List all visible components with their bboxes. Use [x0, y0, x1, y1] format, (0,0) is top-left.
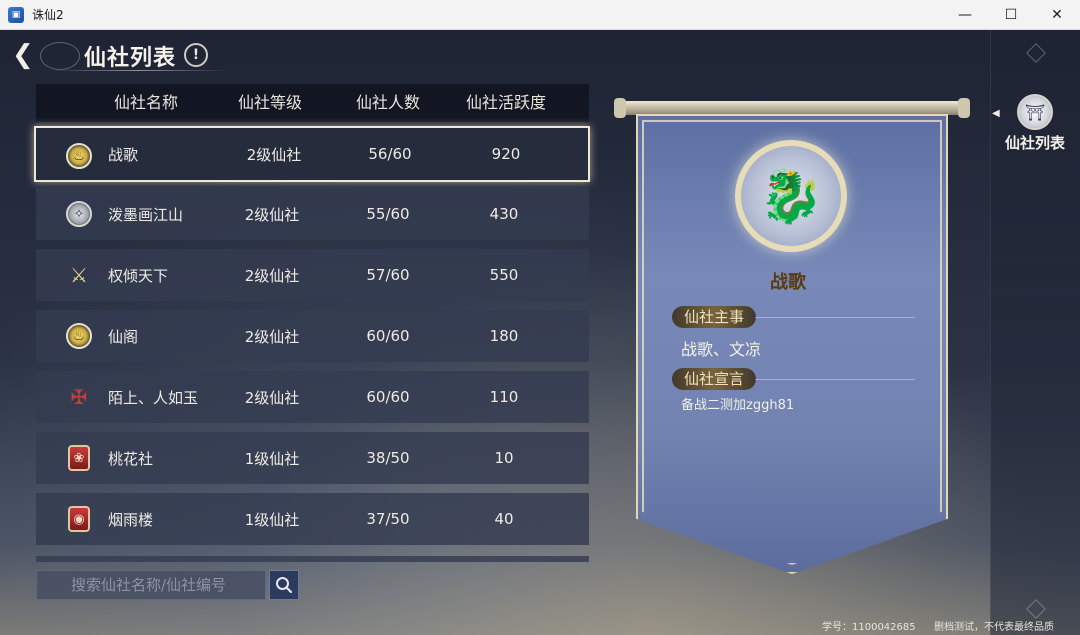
red-crossed-emblem-icon: ✠	[70, 385, 88, 409]
active-arrow-icon: ◀	[992, 108, 1000, 119]
column-header-level: 仙社等级	[237, 93, 302, 112]
section-divider	[755, 317, 915, 318]
guild-name: 桃花社	[108, 449, 154, 468]
table-row[interactable]: ♨ 战歌 2级仙社 56/60 920	[34, 126, 590, 182]
wing-emblem-icon: ✧	[66, 201, 92, 227]
table-row[interactable]: ✧ 泼墨画江山 2级仙社 55/60 430	[36, 188, 589, 240]
player-id-text: 学号：1100042685	[822, 622, 916, 633]
gold-dragon-emblem-icon: ♨	[66, 143, 92, 169]
table-row[interactable]: ⚔ 权倾天下 2级仙社 57/60 550	[36, 249, 589, 301]
guild-activity: 550	[489, 266, 519, 284]
guild-level: 2级仙社	[244, 388, 300, 407]
declaration-label: 仙社宣言	[672, 368, 757, 390]
column-header-members: 仙社人数	[355, 93, 420, 112]
guild-activity: 430	[489, 205, 519, 223]
guild-members: 56/60	[368, 145, 412, 163]
maximize-button[interactable]: ☐	[988, 0, 1034, 30]
guild-name: 战歌	[108, 145, 139, 164]
guild-level: 2级仙社	[244, 266, 300, 285]
diamond-ornament-icon	[1026, 599, 1046, 619]
table-row[interactable]: ❀ 桃花社 1级仙社 38/50 10	[36, 432, 589, 484]
guild-name: 泼墨画江山	[108, 205, 184, 224]
diamond-ornament-icon	[1026, 43, 1046, 63]
window-controls: — ☐ ✕	[942, 0, 1080, 30]
table-row[interactable]: ♨ 仙阁 2级仙社 60/60 180	[36, 310, 589, 362]
minimize-button[interactable]: —	[942, 0, 988, 30]
guild-members: 60/60	[366, 327, 410, 345]
guild-level: 2级仙社	[244, 327, 300, 346]
page-title: 仙社列表	[84, 45, 177, 71]
red-scroll-emblem-icon: ◉	[68, 506, 90, 532]
window-title: 诛仙2	[32, 8, 64, 22]
guild-activity: 40	[494, 510, 514, 528]
guild-activity: 180	[489, 327, 519, 345]
back-button[interactable]: ❮	[12, 40, 40, 70]
crossed-swords-emblem-icon: ⚔	[70, 263, 88, 287]
search-button[interactable]	[269, 570, 299, 600]
gold-flame-emblem-icon: ♨	[66, 323, 92, 349]
dragon-emblem-icon: 🐉	[735, 140, 847, 252]
info-button[interactable]: !	[184, 43, 208, 67]
guild-activity: 920	[491, 145, 521, 163]
window-titlebar: ▣ 诛仙2 — ☐ ✕	[0, 0, 1080, 30]
app-icon: ▣	[8, 6, 24, 23]
leader-value: 战歌、文凉	[681, 340, 762, 359]
guild-members: 37/50	[366, 510, 410, 528]
guild-gate-icon: ⛩	[1017, 94, 1053, 130]
cloud-ornament-icon	[40, 42, 80, 70]
guild-level: 1级仙社	[244, 449, 300, 468]
table-row[interactable]: ◉ 烟雨楼 1级仙社 37/50 40	[36, 493, 589, 545]
search-icon	[276, 577, 293, 594]
column-header-name: 仙社名称	[113, 93, 178, 112]
guild-level: 2级仙社	[246, 145, 302, 164]
section-divider	[755, 379, 915, 380]
banner-rod	[614, 98, 970, 118]
guild-members: 38/50	[366, 449, 410, 467]
table-header: 仙社名称 仙社等级 仙社人数 仙社活跃度	[36, 84, 589, 122]
guild-members: 57/60	[366, 266, 410, 284]
red-shield-emblem-icon: ❀	[68, 445, 90, 471]
close-button[interactable]: ✕	[1034, 0, 1080, 30]
side-tab-label: 仙社列表	[1004, 134, 1065, 152]
guild-level: 1级仙社	[244, 510, 300, 529]
title-underline	[48, 70, 228, 71]
search-input[interactable]	[36, 570, 266, 600]
side-tab-guild-list[interactable]: ◀ ⛩ 仙社列表	[992, 94, 1070, 153]
column-header-activity: 仙社活跃度	[465, 93, 546, 112]
guild-members: 60/60	[366, 388, 410, 406]
guild-members: 55/60	[366, 205, 410, 223]
guild-name: 权倾天下	[108, 266, 169, 285]
exclamation-icon: !	[192, 47, 200, 63]
side-nav: ◀ ⛩ 仙社列表	[990, 30, 1080, 635]
declaration-value: 备战二测加zggh81	[681, 398, 795, 413]
guild-activity: 110	[489, 388, 519, 406]
table-row[interactable]: ✠ 陌上、人如玉 2级仙社 60/60 110	[36, 371, 589, 423]
leader-label: 仙社主事	[672, 306, 757, 328]
selected-guild-name: 战歌	[770, 272, 806, 293]
list-scroll-edge	[36, 556, 589, 562]
guild-name: 烟雨楼	[108, 510, 154, 529]
guild-level: 2级仙社	[244, 205, 300, 224]
test-notice-text: 删档测试，不代表最终品质	[934, 622, 1054, 633]
game-area: ◀ ⛩ 仙社列表 ❮ 仙社列表 ! 仙社名称 仙社等级 仙社人数 仙社活跃度 ♨…	[0, 30, 1080, 635]
guild-name: 陌上、人如玉	[108, 388, 199, 407]
guild-activity: 10	[494, 449, 514, 467]
guild-name: 仙阁	[108, 327, 139, 346]
